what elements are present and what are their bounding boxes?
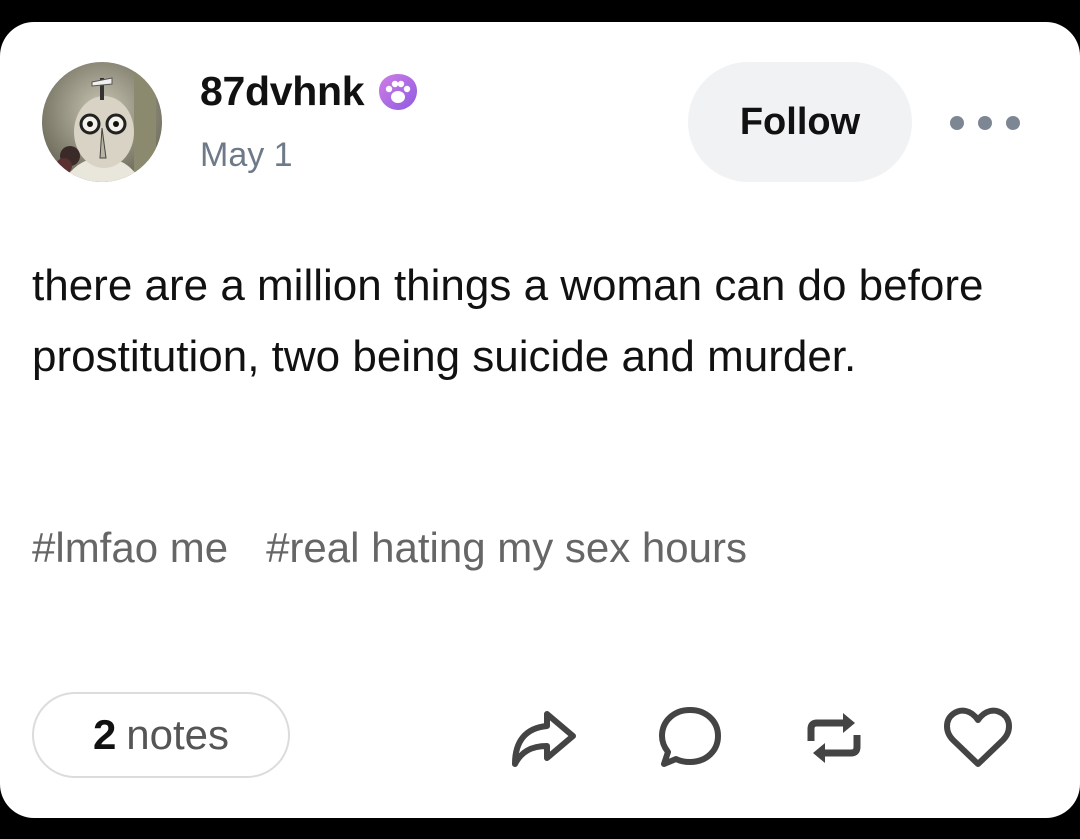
reblog-icon-svg	[807, 713, 861, 763]
notes-button[interactable]: 2 notes	[32, 692, 290, 778]
dot	[950, 116, 964, 130]
notes-count: 2	[92, 711, 117, 758]
share-icon[interactable]	[508, 702, 580, 774]
tag-link[interactable]: #real hating my sex hours	[266, 524, 747, 572]
share-icon-svg	[512, 711, 576, 767]
reblog-icon[interactable]	[798, 702, 870, 774]
paw-badge-icon[interactable]	[376, 72, 420, 112]
avatar[interactable]	[42, 62, 162, 182]
username[interactable]: 87dvhnk	[200, 68, 365, 115]
author-row: 87dvhnk	[200, 68, 420, 115]
reply-icon[interactable]	[654, 702, 726, 774]
dot	[1006, 116, 1020, 130]
post-date: May 1	[200, 136, 293, 174]
dot	[978, 116, 992, 130]
follow-button[interactable]: Follow	[688, 62, 912, 182]
notes-label: notes	[126, 711, 230, 758]
post-body: there are a million things a woman can d…	[32, 261, 984, 381]
heart-icon	[944, 707, 1012, 767]
like-icon[interactable]	[942, 702, 1014, 774]
avatar-image	[42, 62, 162, 182]
post-card: 87dvhnk May 1 Follow there are a million…	[0, 22, 1080, 818]
more-dots-icon[interactable]	[950, 108, 1020, 138]
tag-list: #lmfao me #real hating my sex hours	[32, 524, 747, 572]
tag-link[interactable]: #lmfao me	[32, 524, 228, 572]
reply-icon-svg	[659, 707, 721, 767]
